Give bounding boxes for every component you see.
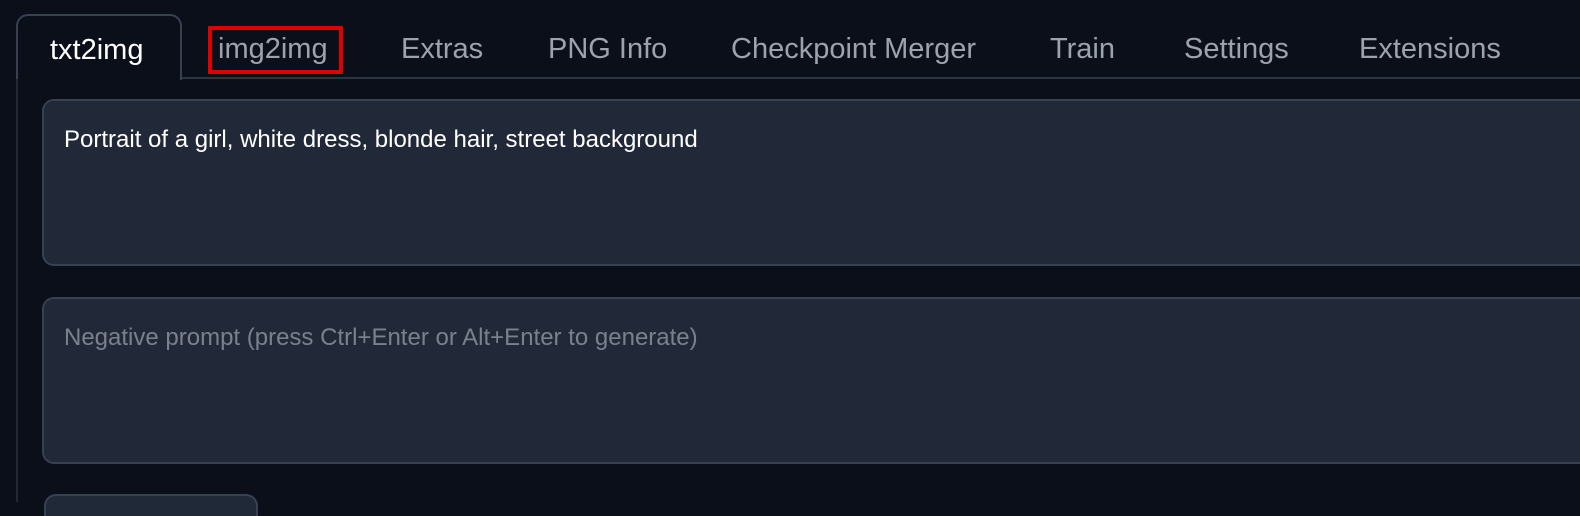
tab-png-info[interactable]: PNG Info [548, 32, 667, 66]
tab-extensions[interactable]: Extensions [1359, 32, 1501, 66]
negative-prompt-textarea[interactable]: Negative prompt (press Ctrl+Enter or Alt… [42, 297, 1580, 464]
tab-bar: txt2img img2img Extras PNG Info Checkpoi… [0, 0, 1580, 80]
prompt-textarea[interactable]: Portrait of a girl, white dress, blonde … [42, 99, 1580, 266]
tab-train[interactable]: Train [1050, 32, 1115, 66]
tab-bar-divider [182, 77, 1580, 79]
tab-label: txt2img [50, 34, 144, 66]
tab-extras[interactable]: Extras [401, 32, 483, 66]
tab-checkpoint-merger[interactable]: Checkpoint Merger [731, 32, 976, 66]
tab-txt2img[interactable]: txt2img [16, 14, 182, 80]
panel-border [16, 79, 18, 502]
next-control-top [44, 494, 258, 516]
tab-settings[interactable]: Settings [1184, 32, 1289, 66]
tab-img2img[interactable]: img2img [218, 32, 328, 66]
negative-prompt-placeholder: Negative prompt (press Ctrl+Enter or Alt… [64, 324, 698, 351]
prompt-text: Portrait of a girl, white dress, blonde … [64, 126, 698, 153]
